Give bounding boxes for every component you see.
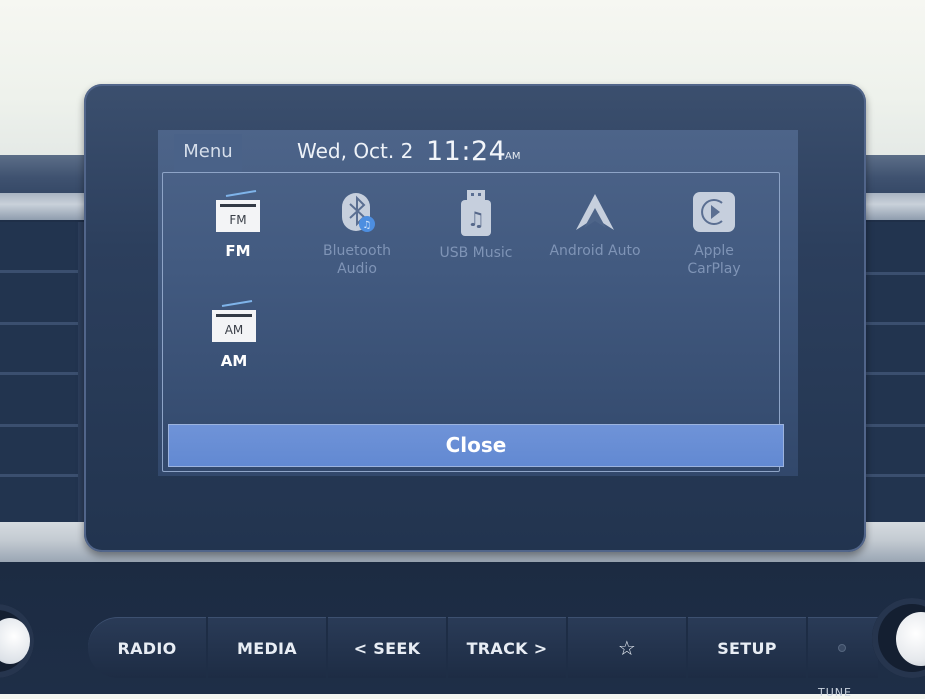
source-usb-music[interactable]: ♫ USB Music xyxy=(421,188,531,262)
usb-music-icon: ♫ xyxy=(461,190,491,236)
source-apple-carplay[interactable]: Apple CarPlay xyxy=(659,190,769,278)
source-fm[interactable]: FM FM xyxy=(183,190,293,260)
hardware-button-row: RADIO MEDIA < SEEK TRACK > ☆ SETUP xyxy=(88,617,880,679)
apple-carplay-icon xyxy=(693,192,735,232)
seek-back-button[interactable]: < SEEK xyxy=(328,617,446,678)
volume-knob-cap xyxy=(0,618,30,664)
source-label: Apple CarPlay xyxy=(687,243,741,277)
star-favorite-icon: ☆ xyxy=(617,636,637,660)
menu-button[interactable]: Menu xyxy=(174,134,242,172)
media-button[interactable]: MEDIA xyxy=(208,617,326,678)
track-forward-button[interactable]: TRACK > xyxy=(448,617,566,678)
source-label: Android Auto xyxy=(549,243,641,259)
svg-text:FM: FM xyxy=(229,213,246,227)
bluetooth-audio-icon: ♫ xyxy=(342,193,375,232)
setup-button[interactable]: SETUP xyxy=(688,617,806,678)
date-display: Wed, Oct. 2 xyxy=(297,139,414,163)
indicator-led xyxy=(838,644,846,652)
tune-knob-cap xyxy=(896,612,925,666)
android-auto-icon xyxy=(576,194,614,230)
tune-label: TUNE xyxy=(818,686,852,699)
source-label: FM xyxy=(225,242,251,260)
clock-ampm: AM xyxy=(505,151,521,162)
favorite-button[interactable]: ☆ xyxy=(568,617,686,678)
fm-radio-icon: FM xyxy=(216,190,260,232)
air-vent-left xyxy=(0,222,86,522)
am-radio-icon: AM xyxy=(212,300,256,342)
source-am[interactable]: AM AM xyxy=(179,300,289,370)
radio-button[interactable]: RADIO xyxy=(88,617,206,678)
svg-text:AM: AM xyxy=(225,323,244,337)
clock-time: 11:24 xyxy=(426,136,507,167)
source-label: USB Music xyxy=(439,245,513,261)
source-label: AM xyxy=(220,352,248,370)
source-label: Bluetooth Audio xyxy=(323,243,391,277)
svg-text:♫: ♫ xyxy=(363,220,372,231)
svg-text:♫: ♫ xyxy=(467,207,485,231)
close-button[interactable]: Close xyxy=(168,424,784,467)
source-bluetooth-audio[interactable]: ♫ Bluetooth Audio xyxy=(302,190,412,278)
source-android-auto[interactable]: Android Auto xyxy=(540,190,650,260)
